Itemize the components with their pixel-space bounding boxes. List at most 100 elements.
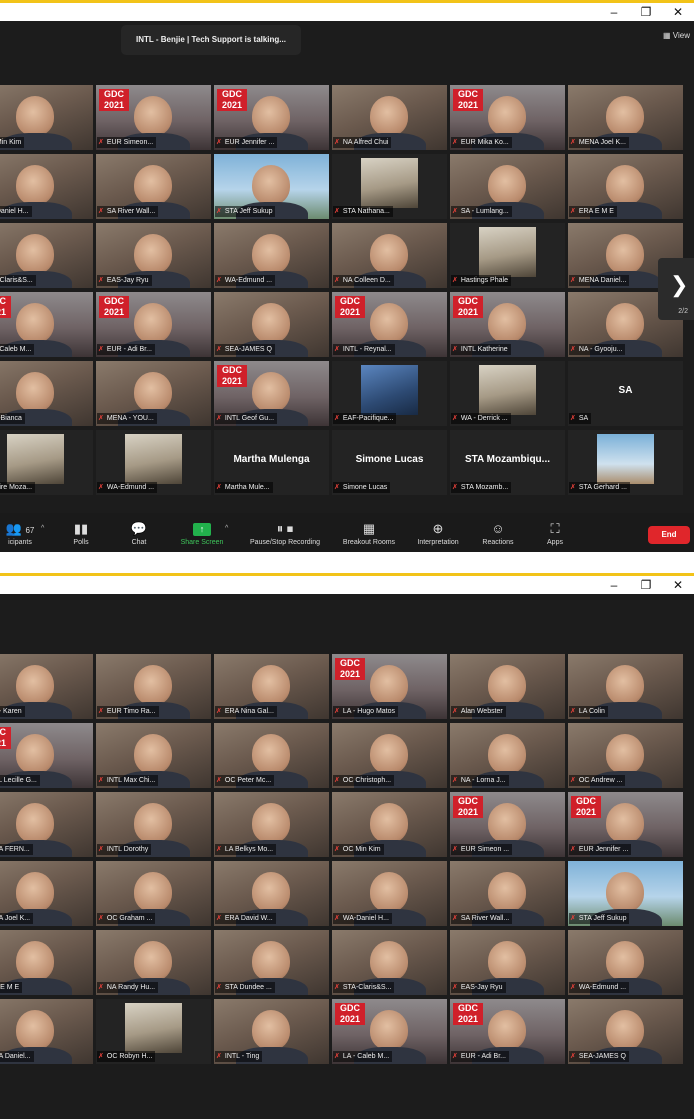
participant-tile[interactable]: ✗ MENA - YOU...: [96, 361, 211, 426]
view-button[interactable]: ▦ View: [663, 31, 690, 40]
participant-tile[interactable]: GDC 2021 ✗ EUR - Adi Br...: [96, 292, 211, 357]
reactions-button[interactable]: ☺ Reactions: [476, 519, 520, 552]
participants-caret-icon[interactable]: ^: [41, 525, 44, 532]
participants-button[interactable]: 👥 67 icipants: [0, 519, 40, 552]
participant-tile[interactable]: ✗ WA-Edmund ...: [568, 930, 683, 995]
end-meeting-button[interactable]: End: [648, 526, 690, 544]
participant-tile[interactable]: ✗C Min Kim: [0, 85, 93, 150]
participant-tile[interactable]: GDC 2021 ✗ EUR Simeon...: [96, 85, 211, 150]
participant-name: OC Graham ...: [106, 915, 153, 922]
chat-button[interactable]: 💬 Chat: [124, 519, 154, 552]
participant-tile[interactable]: ✗ SEA-JAMES Q: [214, 292, 329, 357]
participant-tile[interactable]: GDC 2021 ✗ EUR Jennifer ...: [568, 792, 683, 857]
participant-tile[interactable]: ✗ OC Andrew ...: [568, 723, 683, 788]
participant-tile[interactable]: ✗ OC Min Kim: [332, 792, 447, 857]
interpretation-button[interactable]: ⊕ Interpretation: [408, 519, 468, 552]
minimize-icon[interactable]: –: [598, 576, 630, 594]
participant-tile[interactable]: ✗ STA Jeff Sukup: [214, 154, 329, 219]
participant-tile[interactable]: ✗ INTL Dorothy: [96, 792, 211, 857]
participant-tile[interactable]: ✗ EAF-Pacifique...: [332, 361, 447, 426]
participant-tile[interactable]: ✗ ERA David W...: [214, 861, 329, 926]
participant-tile[interactable]: ✗Claire Moza...: [0, 430, 93, 495]
participant-name-label: ✗ SA River Wall...: [451, 913, 513, 924]
close-icon[interactable]: ✕: [662, 576, 694, 594]
restore-icon[interactable]: ❐: [630, 576, 662, 594]
participant-tile[interactable]: ✗ NA Colleen D...: [332, 223, 447, 288]
participant-tile[interactable]: ✗TL - Karen: [0, 654, 93, 719]
participant-tile[interactable]: ✗ WA-Daniel H...: [332, 861, 447, 926]
participant-tile[interactable]: ✗ SA River Wall...: [96, 154, 211, 219]
participant-tile[interactable]: ✗ OC Graham ...: [96, 861, 211, 926]
participant-tile[interactable]: ✗ STA Dundee ...: [214, 930, 329, 995]
participant-tile[interactable]: ✗ENA Joel K...: [0, 861, 93, 926]
participant-tile[interactable]: ✗ ERA Nina Gal...: [214, 654, 329, 719]
muted-mic-icon: ✗: [216, 984, 222, 991]
participant-tile[interactable]: GDC 2021 ✗ LA - Hugo Matos: [332, 654, 447, 719]
participant-tile[interactable]: ✗ OC Christoph...: [332, 723, 447, 788]
participant-tile[interactable]: ✗ENA Daniel...: [0, 999, 93, 1064]
participant-tile[interactable]: GDC 2021 ✗ EUR Mika Ko...: [450, 85, 565, 150]
participant-tile[interactable]: ✗ SEA-JAMES Q: [568, 999, 683, 1064]
participant-tile[interactable]: ✗ INTL Max Chi...: [96, 723, 211, 788]
participant-tile[interactable]: ✗ NA Randy Hu...: [96, 930, 211, 995]
participant-tile[interactable]: ✗RA E M E: [0, 930, 93, 995]
participant-tile[interactable]: ✗ STA Gerhard ...: [568, 430, 683, 495]
participant-tile[interactable]: ✗ EAS-Jay Ryu: [96, 223, 211, 288]
participant-tile[interactable]: ✗ WA-Edmund ...: [96, 430, 211, 495]
participant-tile[interactable]: GDC 2021 ✗ INTL Geof Gu...: [214, 361, 329, 426]
participant-tile[interactable]: STA Mozambiqu... ✗ STA Mozamb...: [450, 430, 565, 495]
restore-icon[interactable]: ❐: [630, 3, 662, 21]
participant-tile[interactable]: ✗ WA-Edmund ...: [214, 223, 329, 288]
participant-tile[interactable]: ✗ SA - Lumlang...: [450, 154, 565, 219]
share-screen-button[interactable]: ↑ Share Screen: [174, 519, 230, 552]
participant-tile[interactable]: ✗ EAS-Jay Ryu: [450, 930, 565, 995]
participant-tile[interactable]: ✗ MENA Joel K...: [568, 85, 683, 150]
participant-tile[interactable]: GDC 2021 ✗A - Caleb M...: [0, 292, 93, 357]
participant-tile[interactable]: ✗ EUR Timo Ra...: [96, 654, 211, 719]
profile-picture: [479, 227, 536, 277]
muted-mic-icon: ✗: [98, 208, 104, 215]
close-icon[interactable]: ✕: [662, 3, 694, 21]
participant-tile[interactable]: ✗ Hastings Phale: [450, 223, 565, 288]
participant-tile[interactable]: ✗ NA - Lorna J...: [450, 723, 565, 788]
participant-tile[interactable]: GDC 2021 ✗ EUR Jennifer ...: [214, 85, 329, 150]
next-page-button[interactable]: ❯: [658, 258, 694, 320]
share-caret-icon[interactable]: ^: [225, 525, 228, 532]
participant-tile[interactable]: ✗ STA Nathana...: [332, 154, 447, 219]
participant-tile[interactable]: ✗ ERA E M E: [568, 154, 683, 219]
participant-tile[interactable]: GDC 2021 ✗ INTL Katherine: [450, 292, 565, 357]
pause-recording-button[interactable]: ⏸ ⏹ Pause/Stop Recording: [240, 519, 330, 552]
participant-tile[interactable]: ✗ STA Jeff Sukup: [568, 861, 683, 926]
participant-tile[interactable]: GDC 2021 ✗ INTL - Reynal...: [332, 292, 447, 357]
participant-tile[interactable]: SA ✗ SA: [568, 361, 683, 426]
participant-tile[interactable]: ✗ INTL - Ting: [214, 999, 329, 1064]
participant-tile[interactable]: ✗A-Daniel H...: [0, 154, 93, 219]
participant-tile[interactable]: GDC 2021 ✗ LA - Caleb M...: [332, 999, 447, 1064]
participant-tile[interactable]: ✗ Alan Webster: [450, 654, 565, 719]
polls-button[interactable]: ▮▮ Polls: [66, 519, 96, 552]
speaking-banner: INTL - Benjie | Tech Support is talking.…: [121, 25, 301, 55]
participant-tile[interactable]: ✗ WA - Derrick ...: [450, 361, 565, 426]
participant-tile[interactable]: ✗TA-Claris&S...: [0, 223, 93, 288]
participant-tile[interactable]: ✗ENA FERN...: [0, 792, 93, 857]
participant-tile[interactable]: ✗ STA-Claris&S...: [332, 930, 447, 995]
participant-name-label: ✗ INTL Dorothy: [97, 844, 152, 855]
participant-tile[interactable]: GDC 2021 ✗ EUR - Adi Br...: [450, 999, 565, 1064]
participant-tile[interactable]: ✗ NA Alfred Chui: [332, 85, 447, 150]
participant-tile[interactable]: ✗ OC Peter Mc...: [214, 723, 329, 788]
participant-tile[interactable]: Simone Lucas ✗ Simone Lucas: [332, 430, 447, 495]
participant-tile[interactable]: GDC 2021 ✗ EUR Simeon ...: [450, 792, 565, 857]
participant-tile[interactable]: ✗EA-Bianca: [0, 361, 93, 426]
breakout-rooms-button[interactable]: ▦ Breakout Rooms: [336, 519, 402, 552]
participant-tile[interactable]: GDC 2021 ✗NTL Lecille G...: [0, 723, 93, 788]
minimize-icon[interactable]: –: [598, 3, 630, 21]
participant-tile[interactable]: ✗ SA River Wall...: [450, 861, 565, 926]
participant-video: [370, 1010, 408, 1050]
apps-button[interactable]: ⛶ Apps: [538, 519, 572, 552]
participant-tile[interactable]: Martha Mulenga ✗ Martha Mule...: [214, 430, 329, 495]
participant-name-label: ✗NTL Lecille G...: [0, 775, 40, 786]
participant-name-label: ✗ LA - Hugo Matos: [333, 706, 399, 717]
participant-tile[interactable]: ✗ OC Robyn H...: [96, 999, 211, 1064]
participant-tile[interactable]: ✗ LA Belkys Mo...: [214, 792, 329, 857]
participant-tile[interactable]: ✗ LA Colin: [568, 654, 683, 719]
